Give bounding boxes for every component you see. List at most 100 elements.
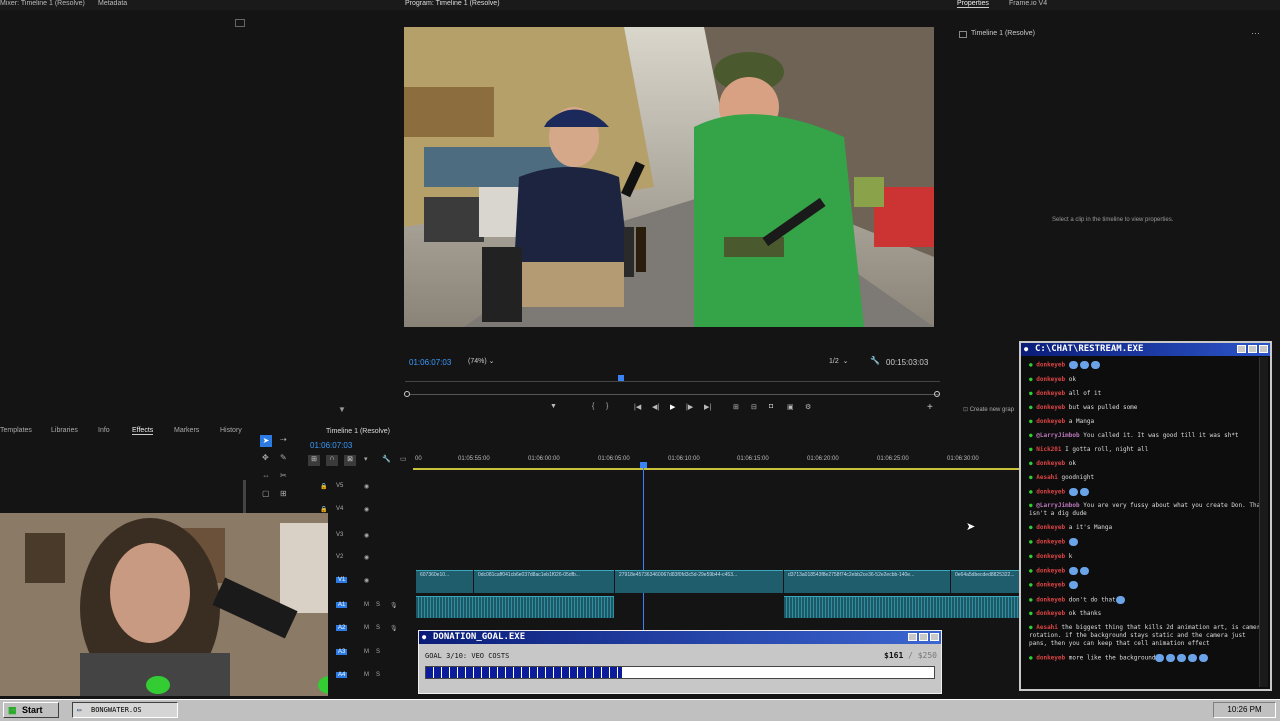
panel-scrollbar[interactable] <box>243 480 246 515</box>
chat-username[interactable]: donkeyeb <box>1036 596 1065 603</box>
rectangle-tool-icon[interactable]: ▢ <box>262 489 270 498</box>
compare-icon[interactable]: ▣ <box>787 403 794 411</box>
tab-properties[interactable]: Properties <box>957 0 989 8</box>
track-header-v5[interactable]: 🔒 V5 ◉ <box>320 483 369 490</box>
mic-icon[interactable]: 🎙 <box>390 602 398 609</box>
work-area-bar[interactable] <box>413 468 1020 470</box>
chat-username[interactable]: donkeyeb <box>1036 655 1065 662</box>
chat-username[interactable]: donkeyeb <box>1036 582 1065 589</box>
go-to-in-icon[interactable]: |◀ <box>634 403 641 411</box>
overwrite-icon[interactable]: ⊟ <box>751 403 757 411</box>
eye-icon[interactable]: ◉ <box>364 577 369 584</box>
tab-history[interactable]: History <box>220 427 242 434</box>
filter-icon[interactable]: ▼ <box>338 405 346 414</box>
mute-button[interactable]: M <box>364 602 369 608</box>
program-ruler[interactable] <box>405 381 940 382</box>
snap-icon[interactable]: ⊞ <box>308 455 320 466</box>
chat-username[interactable]: donkeyeb <box>1036 610 1065 617</box>
tab-info[interactable]: Info <box>98 427 110 434</box>
ripple-edit-icon[interactable]: ✥ <box>262 453 269 462</box>
chat-username[interactable]: donkeyeb <box>1036 539 1065 546</box>
go-to-out-icon[interactable]: ▶| <box>704 403 711 411</box>
program-video-frame[interactable] <box>404 27 934 327</box>
close-button[interactable] <box>1259 345 1268 353</box>
type-tool-icon[interactable]: ⊞ <box>280 489 287 498</box>
chat-username[interactable]: Aesahi <box>1036 624 1058 631</box>
chat-username[interactable]: donkeyeb <box>1036 376 1065 383</box>
playhead-head[interactable] <box>640 462 647 468</box>
start-button[interactable]: ▦ Start <box>3 702 59 718</box>
playhead[interactable] <box>643 463 644 633</box>
chat-username[interactable]: donkeyeb <box>1036 362 1065 369</box>
tab-frameio[interactable]: Frame.io V4 <box>1009 0 1047 7</box>
taskbar-item-bongwater[interactable]: ▭ BONGWATER.OS <box>72 702 178 718</box>
chat-username[interactable]: donkeyeb <box>1036 553 1065 560</box>
pen-tool-icon[interactable]: ✎ <box>280 453 287 462</box>
close-button[interactable] <box>930 633 939 641</box>
step-back-icon[interactable]: ◀| <box>652 403 659 411</box>
mic-icon[interactable]: 🎙 <box>390 625 398 632</box>
video-clip[interactable]: 0e64a5dbecded8825322... <box>951 570 1020 593</box>
tab-effects[interactable]: Effects <box>132 427 154 435</box>
eye-icon[interactable]: ◉ <box>364 532 369 539</box>
settings-icon[interactable]: ⚙ <box>805 403 811 411</box>
chat-username[interactable]: Aesahi <box>1036 474 1058 481</box>
chat-username[interactable]: Nick201 <box>1036 446 1061 453</box>
lock-icon[interactable]: 🔒 <box>320 484 327 490</box>
chat-scrollbar[interactable] <box>1259 357 1268 687</box>
play-icon[interactable]: ▶ <box>670 403 675 411</box>
add-marker-icon[interactable]: ▼ <box>550 403 557 410</box>
mute-button[interactable]: M <box>364 649 369 655</box>
audio-clip[interactable] <box>784 596 1020 618</box>
chat-username[interactable]: donkeyeb <box>1036 390 1065 397</box>
tab-metadata[interactable]: Metadata <box>98 0 127 7</box>
maximize-button[interactable] <box>1248 345 1257 353</box>
captions-icon[interactable]: ▭ <box>400 455 407 463</box>
create-new-graphic-button[interactable]: ⊡ Create new grap <box>963 406 1014 413</box>
track-select-icon[interactable]: ⇢ <box>280 435 287 444</box>
program-playhead-marker[interactable] <box>618 375 624 381</box>
insert-icon[interactable]: ⊞ <box>733 403 739 411</box>
zoom-handle-right[interactable] <box>934 391 940 397</box>
tab-audio-mixer[interactable]: Mixer: Timeline 1 (Resolve) <box>0 0 85 7</box>
zoom-select[interactable]: (74%) ⌄ <box>468 357 506 367</box>
eye-icon[interactable]: ◉ <box>364 506 369 513</box>
chat-username[interactable]: donkeyeb <box>1036 488 1065 495</box>
add-button-icon[interactable]: + <box>927 402 933 413</box>
chat-window[interactable]: ● C:\CHAT\RESTREAM.EXE ● donkeyeb ● donk… <box>1019 341 1272 691</box>
tab-markers[interactable]: Markers <box>174 427 199 434</box>
panel-toggle-icon[interactable] <box>235 19 245 27</box>
razor-tool-icon[interactable]: ✂ <box>280 471 287 480</box>
system-clock[interactable]: 10:26 PM <box>1213 702 1276 718</box>
minimize-button[interactable] <box>908 633 917 641</box>
zoom-scroll-bar[interactable] <box>409 394 939 395</box>
video-clip[interactable]: 0dc081caff041cb6e037d8ac1eb1f026-05dfb..… <box>474 570 614 593</box>
chat-username[interactable]: donkeyeb <box>1036 524 1065 531</box>
chat-username[interactable]: donkeyeb <box>1036 460 1065 467</box>
solo-button[interactable]: S <box>376 625 380 631</box>
minimize-button[interactable] <box>1237 345 1246 353</box>
video-clip[interactable]: 607360e10... <box>416 570 473 593</box>
chat-titlebar[interactable]: ● C:\CHAT\RESTREAM.EXE <box>1021 343 1270 356</box>
eye-icon[interactable]: ◉ <box>364 554 369 561</box>
donation-titlebar[interactable]: ● DONATION_GOAL.EXE <box>419 631 941 644</box>
tab-libraries[interactable]: Libraries <box>51 427 78 434</box>
zoom-handle-left[interactable] <box>404 391 410 397</box>
timeline-wrench-icon[interactable]: 🔧 <box>382 455 391 463</box>
solo-button[interactable]: S <box>376 649 380 655</box>
track-header-v4[interactable]: 🔒 V4 ◉ <box>320 506 369 513</box>
slip-tool-icon[interactable]: ⇔ <box>262 471 270 480</box>
step-forward-icon[interactable]: |▶ <box>686 403 693 411</box>
linked-selection-icon[interactable]: ∩ <box>326 455 338 466</box>
chat-username[interactable]: @LarryJimbob <box>1036 432 1079 439</box>
chat-username[interactable]: donkeyeb <box>1036 404 1065 411</box>
selection-tool-icon[interactable]: ➤ <box>260 435 272 447</box>
solo-button[interactable]: S <box>376 672 380 678</box>
mark-in-icon[interactable]: { <box>592 403 594 410</box>
maximize-button[interactable] <box>919 633 928 641</box>
camera-icon[interactable]: ◘ <box>769 403 773 410</box>
program-timecode[interactable]: 01:06:07:03 <box>409 358 451 367</box>
add-edit-icon[interactable]: ⊠ <box>344 455 356 466</box>
audio-clip[interactable] <box>416 596 614 618</box>
mute-button[interactable]: M <box>364 672 369 678</box>
